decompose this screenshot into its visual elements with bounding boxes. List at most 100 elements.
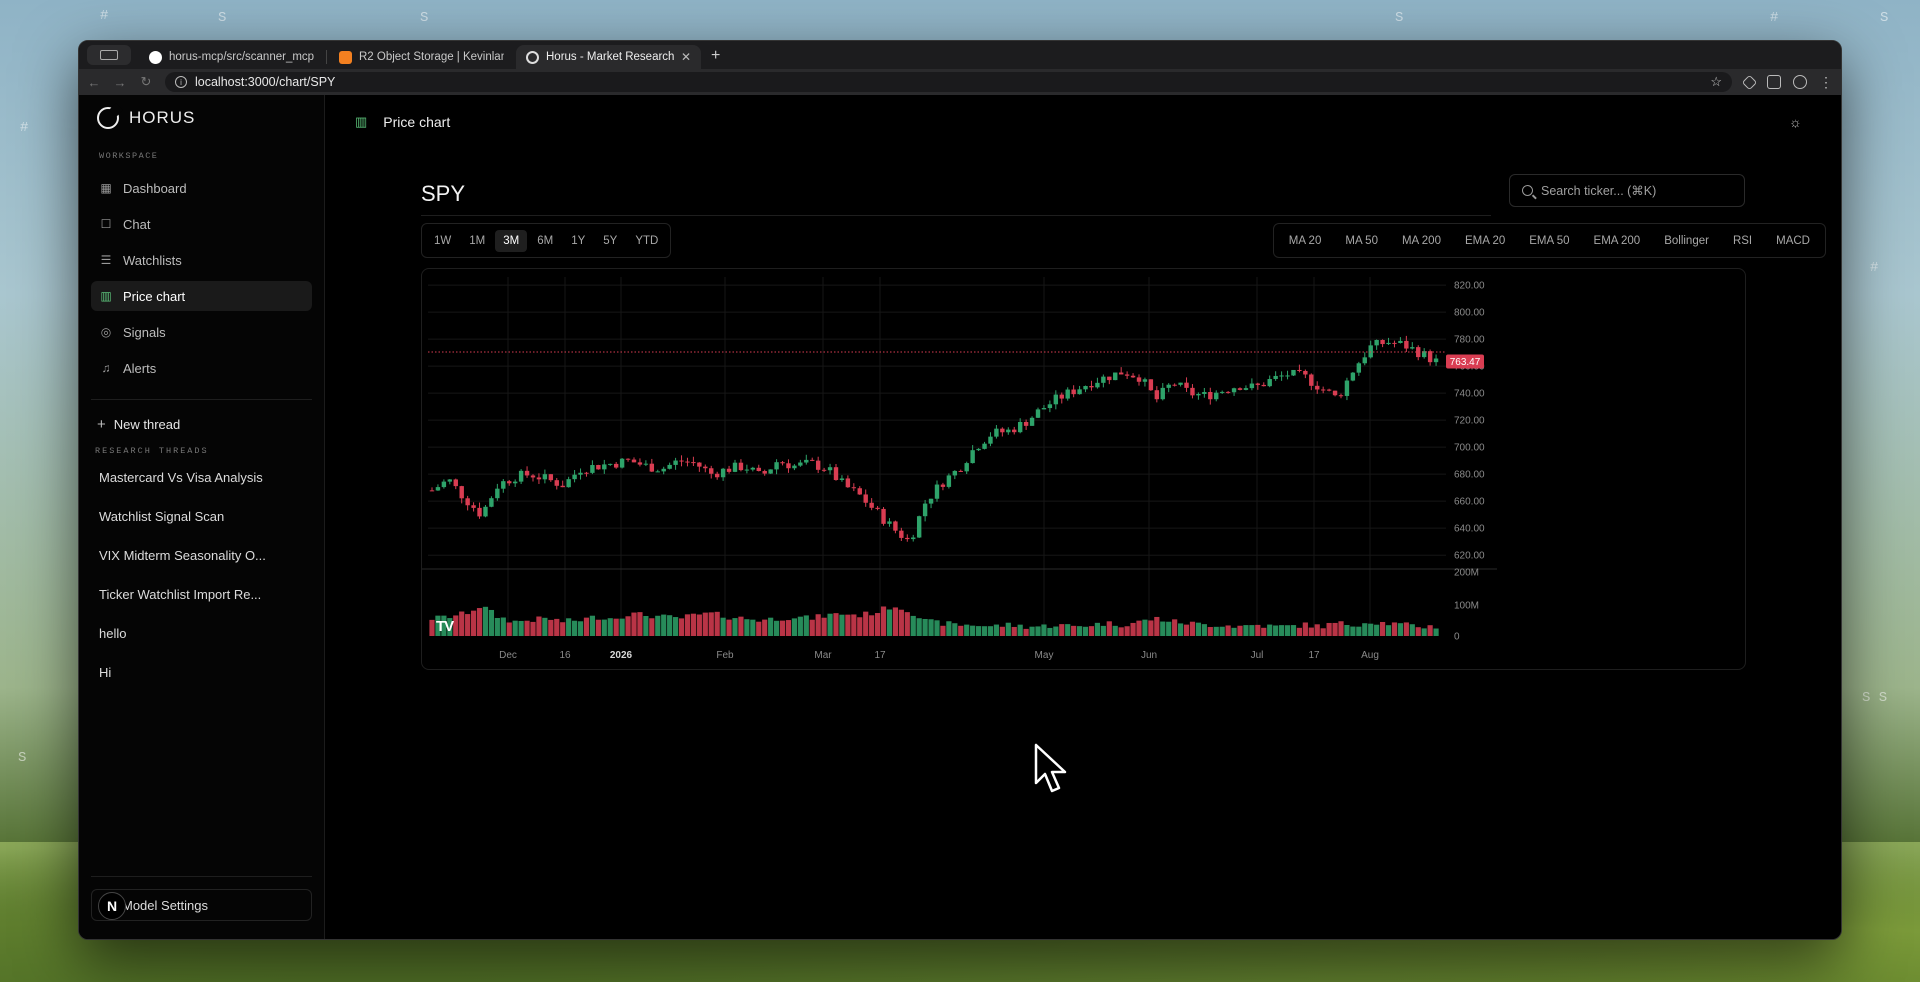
- browser-tab[interactable]: horus-mcp/src/scanner_mcp: [139, 45, 324, 69]
- candle-body: [720, 468, 726, 478]
- candle-body: [786, 463, 791, 469]
- price-tick-label: 800.00: [1454, 308, 1485, 319]
- tab-title: Horus - Market Research: [546, 51, 674, 63]
- horus-icon: [526, 50, 539, 64]
- thread-item[interactable]: Watchlist Signal Scan: [91, 507, 312, 546]
- range-button-5y[interactable]: 5Y: [595, 230, 625, 252]
- volume-bar: [987, 626, 994, 636]
- model-settings-button[interactable]: N Model Settings: [91, 889, 312, 921]
- browser-tab[interactable]: R2 Object Storage | Kevinlan: [329, 45, 514, 69]
- browser-tab-active[interactable]: Horus - Market Research ✕: [516, 45, 701, 69]
- thread-item[interactable]: hello: [91, 624, 312, 663]
- candle-body: [911, 537, 916, 540]
- indicator-button-ema-50[interactable]: EMA 50: [1518, 230, 1580, 252]
- volume-bar: [512, 620, 518, 636]
- theme-toggle-sun-icon[interactable]: ☼: [1789, 115, 1803, 129]
- logo[interactable]: HORUS: [91, 95, 312, 141]
- volume-bar: [768, 617, 774, 636]
- volume-bar: [880, 606, 887, 636]
- volume-bar: [845, 614, 851, 636]
- time-tick-label: 2026: [610, 650, 633, 661]
- price-chart[interactable]: 820.00800.00780.00760.00740.00720.00700.…: [421, 268, 1746, 670]
- thread-item[interactable]: Ticker Watchlist Import Re...: [91, 585, 312, 624]
- volume-bar: [750, 619, 756, 636]
- candle-body: [530, 475, 536, 478]
- thread-item[interactable]: Hi: [91, 663, 312, 702]
- volume-bar: [1278, 625, 1285, 636]
- candle-body: [994, 428, 999, 437]
- candle-body: [1285, 375, 1290, 377]
- range-button-1y[interactable]: 1Y: [563, 230, 593, 252]
- sidebar-item-alerts[interactable]: ♫ Alerts: [91, 353, 312, 383]
- indicator-button-ema-200[interactable]: EMA 200: [1583, 230, 1652, 252]
- sidebar-item-signals[interactable]: ◎ Signals: [91, 317, 312, 347]
- tab-search-button[interactable]: [87, 45, 131, 65]
- candle-body: [1166, 384, 1171, 388]
- indicator-button-rsi[interactable]: RSI: [1722, 230, 1763, 252]
- thread-item[interactable]: VIX Midterm Seasonality O...: [91, 546, 312, 585]
- sidebar-item-chat[interactable]: ☐ Chat: [91, 209, 312, 239]
- site-info-icon[interactable]: i: [175, 76, 187, 88]
- volume-bar: [1332, 622, 1338, 636]
- thread-item[interactable]: Mastercard Vs Visa Analysis: [91, 468, 312, 507]
- candle-body: [1225, 391, 1231, 393]
- range-button-6m[interactable]: 6M: [529, 230, 561, 252]
- candle-body: [732, 462, 738, 472]
- indicator-button-ma-200[interactable]: MA 200: [1391, 230, 1452, 252]
- forward-icon[interactable]: →: [113, 75, 127, 90]
- menu-dots-icon[interactable]: ⋮: [1819, 75, 1833, 89]
- range-button-1w[interactable]: 1W: [426, 230, 459, 252]
- back-icon[interactable]: ←: [87, 75, 101, 90]
- search-input[interactable]: [1541, 183, 1731, 198]
- volume-bar: [1023, 628, 1029, 636]
- avatar[interactable]: N: [98, 892, 126, 920]
- time-tick-label: Dec: [499, 650, 517, 661]
- candle-body: [1309, 374, 1314, 386]
- extension-icon[interactable]: [1741, 74, 1758, 90]
- wallpaper-glyph: S: [18, 750, 27, 766]
- candle-body: [774, 462, 779, 470]
- indicator-button-ma-20[interactable]: MA 20: [1278, 230, 1333, 252]
- address-bar[interactable]: i localhost:3000/chart/SPY ☆: [165, 72, 1732, 92]
- range-button-1m[interactable]: 1M: [461, 230, 493, 252]
- candle-body: [1231, 388, 1237, 393]
- candle-body: [1261, 384, 1266, 387]
- close-tab-icon[interactable]: ✕: [681, 50, 691, 64]
- sidebar: HORUS WORKSPACE ▦ Dashboard ☐ Chat ☰ Watchlis…: [79, 95, 325, 939]
- profile-icon[interactable]: [1793, 75, 1807, 89]
- volume-bar: [690, 613, 697, 636]
- indicator-button-macd[interactable]: MACD: [1765, 230, 1821, 252]
- indicator-button-ema-20[interactable]: EMA 20: [1454, 230, 1516, 252]
- ticker-search[interactable]: [1509, 174, 1745, 207]
- sidebar-item-watchlists[interactable]: ☰ Watchlists: [91, 245, 312, 275]
- volume-bar: [1237, 625, 1243, 636]
- indicator-button-ma-50[interactable]: MA 50: [1334, 230, 1389, 252]
- extensions-puzzle-icon[interactable]: [1767, 75, 1781, 89]
- new-tab-button[interactable]: +: [711, 47, 720, 65]
- reload-icon[interactable]: ↻: [139, 74, 153, 90]
- chart-canvas[interactable]: 820.00800.00780.00760.00740.00720.00700.…: [422, 269, 1746, 670]
- sidebar-item-price-chart[interactable]: ▥ Price chart: [91, 281, 312, 311]
- candle-body: [928, 498, 934, 504]
- volume-bar: [904, 612, 910, 636]
- candle-body: [762, 471, 767, 474]
- candle-body: [756, 467, 761, 472]
- volume-bar: [678, 618, 685, 636]
- volume-bar: [803, 615, 809, 636]
- sidebar-nav: ▦ Dashboard ☐ Chat ☰ Watchlists ▥ Price chart ◎ S…: [91, 173, 312, 383]
- range-button-ytd[interactable]: YTD: [627, 230, 666, 252]
- volume-bar: [1273, 625, 1279, 636]
- github-icon: [149, 50, 162, 64]
- candle-body: [453, 479, 458, 487]
- candle-body: [780, 462, 785, 464]
- range-button-3m[interactable]: 3M: [495, 229, 528, 252]
- new-thread-button[interactable]: + New thread: [91, 414, 312, 434]
- volume-bar: [1082, 626, 1089, 636]
- sidebar-item-dashboard[interactable]: ▦ Dashboard: [91, 173, 312, 203]
- tradingview-logo[interactable]: TV: [436, 618, 454, 635]
- indicator-button-bollinger[interactable]: Bollinger: [1653, 230, 1720, 252]
- volume-bar: [1409, 624, 1415, 636]
- volume-bar: [720, 617, 726, 636]
- volume-bar: [1338, 621, 1344, 636]
- bookmark-star-icon[interactable]: ☆: [1710, 74, 1722, 90]
